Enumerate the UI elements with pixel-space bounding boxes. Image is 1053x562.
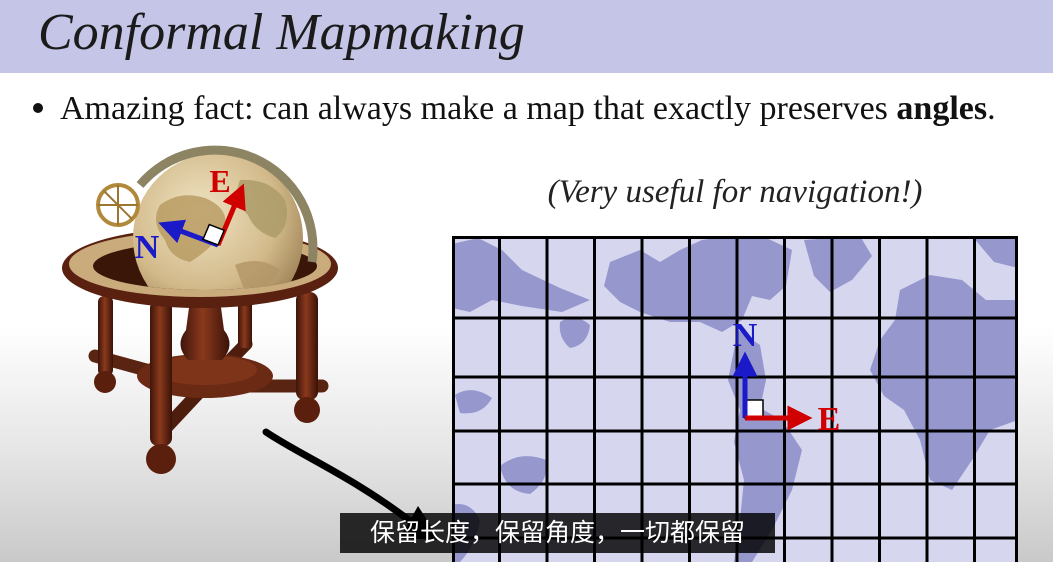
map-east-label: E <box>818 401 841 438</box>
globe-leg-left <box>98 296 113 376</box>
globe-foot <box>294 397 320 423</box>
map-right-angle-mark <box>744 399 764 419</box>
map-north-label: N <box>733 317 758 354</box>
globe-foot <box>94 371 116 393</box>
globe-east-label: E <box>209 163 230 199</box>
globe-pedestal-column <box>180 300 230 360</box>
globe-illustration: N E <box>62 145 338 474</box>
curved-arrow-shaft <box>262 428 418 528</box>
globe-north-label: N <box>135 229 160 266</box>
video-subtitle: 保留长度，保留角度，一切都保留 <box>340 513 775 553</box>
globe-foot <box>146 444 176 474</box>
slide-illustrations: N E N E <box>62 145 1018 562</box>
globe-astronomical-dial <box>96 183 140 227</box>
globe-leg-front <box>150 300 172 446</box>
globe-leg-right <box>296 292 318 400</box>
